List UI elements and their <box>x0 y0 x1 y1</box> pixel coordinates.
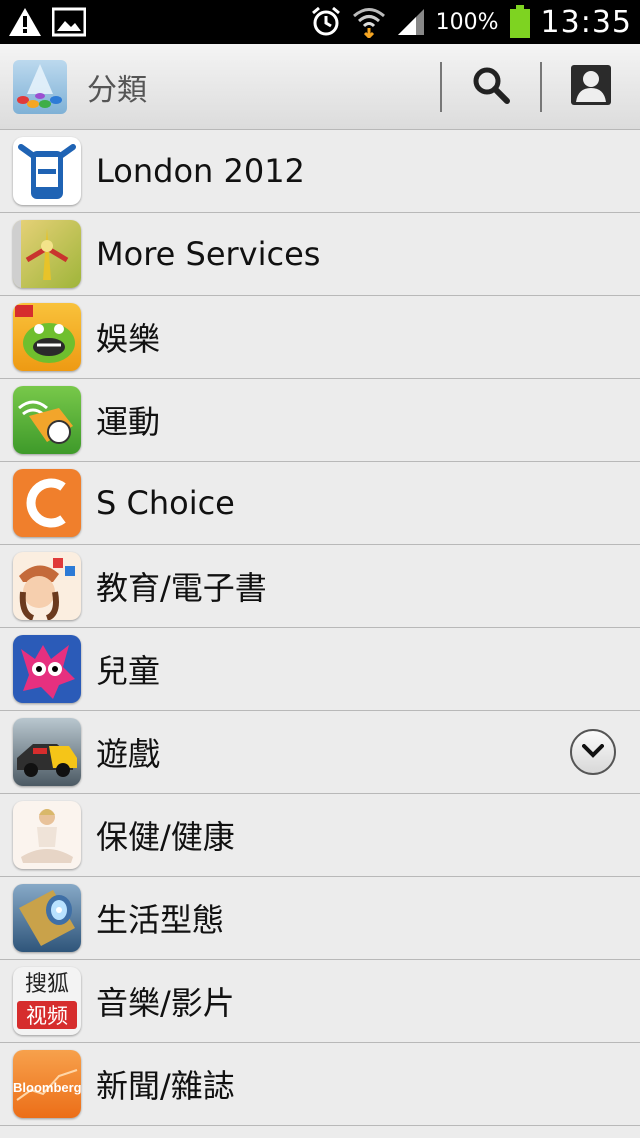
lifestyle-icon <box>13 884 81 952</box>
news-icon: Bloomberg <box>13 1050 81 1118</box>
category-item-london-2012[interactable]: London 2012 <box>0 130 640 213</box>
entertainment-icon <box>13 303 81 371</box>
chevron-down-icon <box>582 743 604 762</box>
category-label: 娛樂 <box>96 320 161 358</box>
status-bar: 100% 13:35 <box>0 0 640 44</box>
clock: 13:35 <box>540 4 632 40</box>
category-label: 音樂/影片 <box>96 984 235 1022</box>
category-label: 運動 <box>96 403 161 441</box>
alarm-icon <box>310 6 342 38</box>
category-label: S Choice <box>96 484 235 522</box>
icon-text-bottom: 视频 <box>17 1001 77 1029</box>
category-list: London 2012 More Services 娛樂 運動 S Choice… <box>0 130 640 1126</box>
battery-percent: 100% <box>435 9 499 35</box>
search-icon <box>472 66 510 108</box>
category-label: More Services <box>96 235 321 273</box>
action-bar: 分類 <box>0 44 640 130</box>
category-item-lifestyle[interactable]: 生活型態 <box>0 877 640 960</box>
category-item-music-video[interactable]: 搜狐 视频 音樂/影片 <box>0 960 640 1043</box>
signal-icon <box>396 7 426 37</box>
category-label: London 2012 <box>96 152 305 190</box>
category-label: 新聞/雜誌 <box>96 1067 235 1105</box>
battery-icon <box>509 5 531 39</box>
wifi-icon <box>352 6 386 38</box>
category-label: 生活型態 <box>96 901 225 939</box>
games-icon <box>13 718 81 786</box>
warning-icon <box>8 7 42 37</box>
category-label: 兒童 <box>96 652 161 690</box>
health-icon <box>13 801 81 869</box>
app-logo-icon[interactable] <box>13 59 67 114</box>
category-label: 遊戲 <box>96 735 161 773</box>
category-item-kids[interactable]: 兒童 <box>0 628 640 711</box>
account-icon <box>570 64 612 110</box>
image-icon <box>52 7 86 37</box>
search-button[interactable] <box>442 44 540 130</box>
music-video-icon: 搜狐 视频 <box>13 967 81 1035</box>
expand-button[interactable] <box>570 729 616 775</box>
category-label: 教育/電子書 <box>96 569 267 607</box>
london-2012-icon <box>13 137 81 205</box>
category-item-sports[interactable]: 運動 <box>0 379 640 462</box>
category-item-s-choice[interactable]: S Choice <box>0 462 640 545</box>
category-label: 保健/健康 <box>96 818 235 856</box>
category-item-health[interactable]: 保健/健康 <box>0 794 640 877</box>
category-item-entertainment[interactable]: 娛樂 <box>0 296 640 379</box>
more-services-icon <box>13 220 81 288</box>
s-choice-icon <box>13 469 81 537</box>
education-icon <box>13 552 81 620</box>
account-button[interactable] <box>542 44 640 130</box>
kids-icon <box>13 635 81 703</box>
category-item-more-services[interactable]: More Services <box>0 213 640 296</box>
icon-text-top: 搜狐 <box>24 972 69 997</box>
page-title: 分類 <box>87 72 147 108</box>
category-item-education[interactable]: 教育/電子書 <box>0 545 640 628</box>
category-item-games[interactable]: 遊戲 <box>0 711 640 794</box>
sports-icon <box>13 386 81 454</box>
icon-text: Bloomberg <box>13 1080 81 1095</box>
category-item-news[interactable]: Bloomberg 新聞/雜誌 <box>0 1043 640 1126</box>
